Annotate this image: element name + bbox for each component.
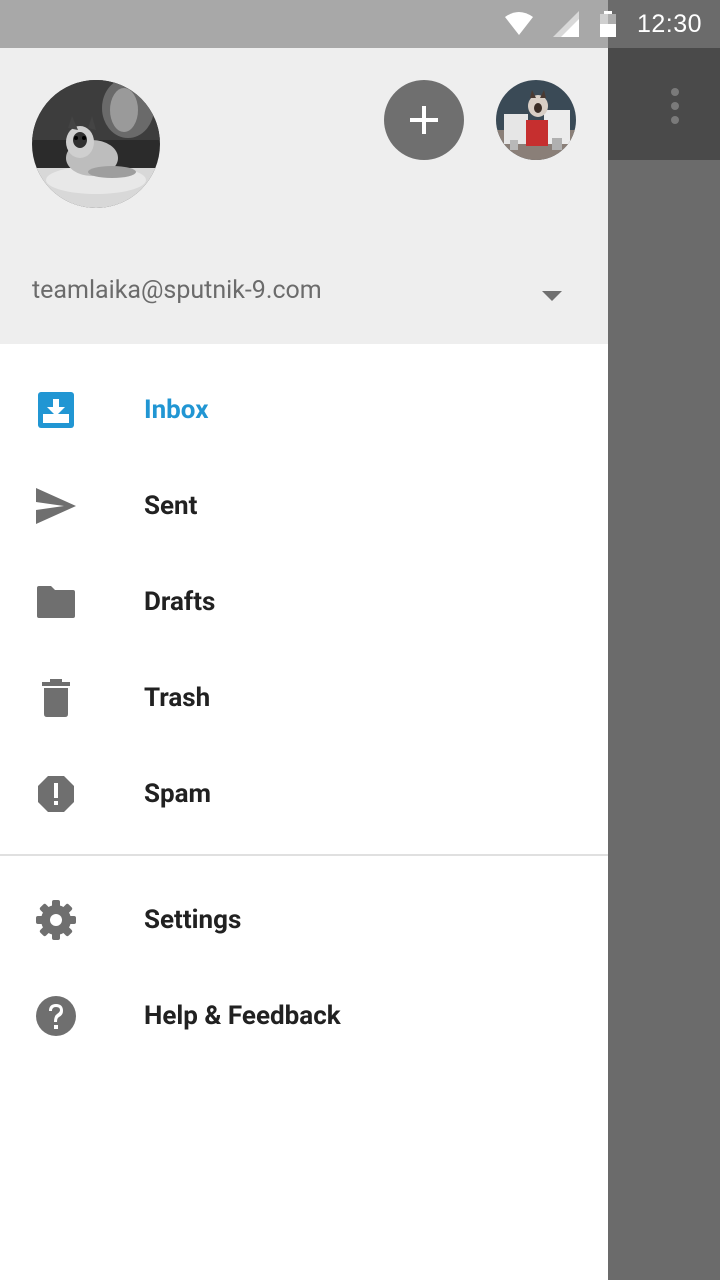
overflow-menu-icon[interactable] bbox=[670, 88, 680, 124]
navigation-drawer: teamlaika@sputnik-9.com Inbox Sent Draft… bbox=[0, 48, 608, 1280]
dropdown-arrow-icon[interactable] bbox=[538, 288, 566, 304]
cell-signal-icon bbox=[552, 11, 579, 37]
gear-icon bbox=[32, 896, 80, 944]
add-account-icon bbox=[410, 106, 438, 134]
help-icon bbox=[32, 992, 80, 1040]
secondary-nav-list: Settings Help & Feedback bbox=[0, 872, 608, 1064]
nav-item-label: Trash bbox=[144, 683, 211, 713]
background-app-bar bbox=[608, 48, 720, 160]
drawer-header: teamlaika@sputnik-9.com bbox=[0, 48, 608, 344]
nav-item-inbox[interactable]: Inbox bbox=[0, 362, 608, 458]
nav-item-settings[interactable]: Settings bbox=[0, 872, 608, 968]
trash-icon bbox=[32, 674, 80, 722]
status-icons: 12:30 bbox=[504, 0, 702, 48]
nav-item-drafts[interactable]: Drafts bbox=[0, 554, 608, 650]
status-time: 12:30 bbox=[636, 9, 702, 38]
status-bar: 12:30 bbox=[0, 0, 720, 48]
nav-item-label: Sent bbox=[144, 491, 198, 521]
add-account-button[interactable] bbox=[384, 80, 464, 160]
spam-icon bbox=[32, 770, 80, 818]
battery-icon bbox=[599, 11, 616, 37]
nav-item-label: Help & Feedback bbox=[144, 1001, 341, 1031]
send-icon bbox=[32, 482, 80, 530]
nav-item-label: Drafts bbox=[144, 587, 216, 617]
primary-nav-list: Inbox Sent Drafts Trash Spam bbox=[0, 344, 608, 842]
nav-item-label: Inbox bbox=[144, 395, 209, 425]
nav-item-label: Spam bbox=[144, 779, 212, 809]
nav-item-spam[interactable]: Spam bbox=[0, 746, 608, 842]
wifi-icon bbox=[504, 12, 533, 35]
nav-item-label: Settings bbox=[144, 905, 242, 935]
nav-item-help-feedback[interactable]: Help & Feedback bbox=[0, 968, 608, 1064]
account-email: teamlaika@sputnik-9.com bbox=[32, 276, 322, 305]
folder-icon bbox=[32, 578, 80, 626]
nav-item-trash[interactable]: Trash bbox=[0, 650, 608, 746]
alternate-account-avatar[interactable] bbox=[496, 80, 576, 160]
current-account-avatar[interactable] bbox=[32, 80, 160, 208]
inbox-icon bbox=[32, 386, 80, 434]
nav-item-sent[interactable]: Sent bbox=[0, 458, 608, 554]
divider bbox=[0, 854, 608, 856]
